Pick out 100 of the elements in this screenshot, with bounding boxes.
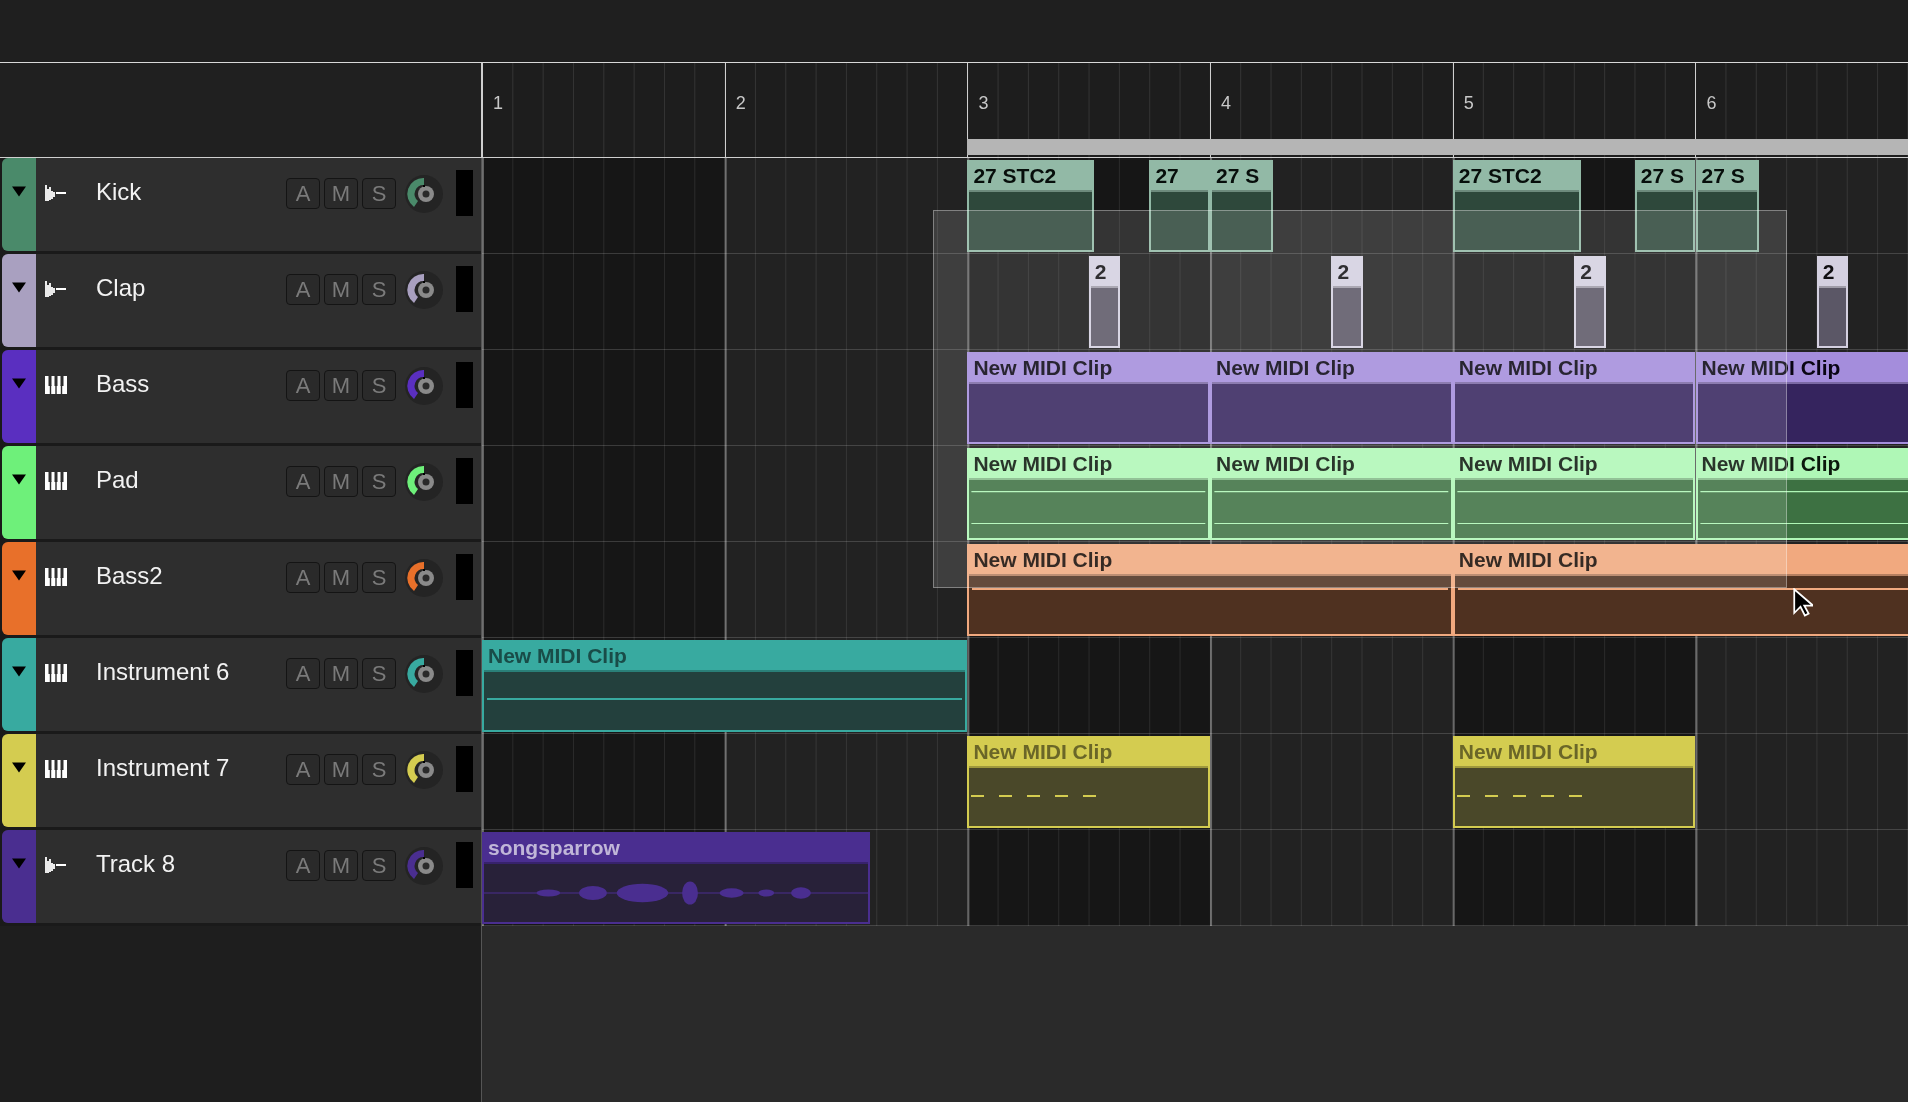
audio-clip[interactable]: 27 STC2 (967, 160, 1094, 252)
audio-clip[interactable]: 2 (1574, 256, 1606, 348)
mute-button[interactable]: M (324, 658, 358, 689)
mouse-pointer-icon (1793, 588, 1813, 618)
clip-name: New MIDI Clip (969, 354, 1209, 384)
clip-name: New MIDI Clip (1454, 738, 1694, 768)
track-header[interactable]: Bass A M S (2, 350, 481, 443)
audio-clip[interactable]: 27 STC2 (1452, 160, 1582, 252)
solo-button[interactable]: S (362, 658, 396, 689)
clip-name: New MIDI Clip (1454, 354, 1694, 384)
arm-button[interactable]: A (286, 754, 320, 785)
bar-number: 4 (1221, 93, 1232, 113)
audio-clip[interactable]: 2 (1331, 256, 1363, 348)
midi-clip[interactable]: New MIDI Clip (1695, 352, 1908, 444)
pan-knob[interactable] (404, 654, 444, 694)
collapse-triangle-icon[interactable] (12, 666, 26, 677)
track-name: Track 8 (96, 850, 177, 878)
midi-clip[interactable]: New MIDI Clip (967, 448, 1211, 540)
midi-clip[interactable]: New MIDI Clip (967, 544, 1453, 636)
pan-knob[interactable] (404, 174, 444, 214)
solo-button[interactable]: S (362, 850, 396, 881)
audio-clip[interactable]: 27 S (1695, 160, 1759, 252)
arm-button[interactable]: A (286, 658, 320, 689)
piano-keys-icon (44, 471, 68, 491)
level-meter (456, 554, 473, 600)
track-header[interactable]: Kick A M S (2, 158, 481, 251)
arm-button[interactable]: A (286, 370, 320, 401)
collapse-triangle-icon[interactable] (12, 474, 26, 485)
pan-knob[interactable] (404, 462, 444, 502)
solo-button[interactable]: S (362, 370, 396, 401)
bar-number: 3 (978, 93, 989, 113)
clip-name: New MIDI Clip (969, 546, 1451, 576)
track-name: Kick (96, 178, 143, 206)
arm-button[interactable]: A (286, 178, 320, 209)
track-header[interactable]: Bass2 A M S (2, 542, 481, 635)
clip-name: New MIDI Clip (484, 642, 966, 672)
track-name: Pad (96, 466, 140, 494)
piano-keys-icon (44, 663, 68, 683)
piano-keys-icon (44, 759, 68, 779)
collapse-triangle-icon[interactable] (12, 570, 26, 581)
audio-clip[interactable]: 2 (1088, 256, 1121, 348)
arm-button[interactable]: A (286, 274, 320, 305)
level-meter (456, 746, 473, 792)
level-meter (456, 362, 473, 408)
midi-clip[interactable]: New MIDI Clip (1452, 448, 1696, 540)
clip-name: New MIDI Clip (1697, 450, 1908, 480)
collapse-triangle-icon[interactable] (12, 282, 26, 293)
track-header[interactable]: Pad A M S (2, 446, 481, 539)
mute-button[interactable]: M (324, 850, 358, 881)
track-header[interactable]: Clap A M S (2, 254, 481, 347)
pan-knob[interactable] (404, 270, 444, 310)
solo-button[interactable]: S (362, 274, 396, 305)
mute-button[interactable]: M (324, 178, 358, 209)
mute-button[interactable]: M (324, 562, 358, 593)
mute-button[interactable]: M (324, 754, 358, 785)
pan-knob[interactable] (404, 846, 444, 886)
piano-keys-icon (44, 375, 68, 395)
arm-button[interactable]: A (286, 562, 320, 593)
midi-clip[interactable]: New MIDI Clip (1210, 352, 1453, 444)
midi-clip[interactable]: New MIDI Clip (1452, 736, 1696, 828)
track-header[interactable]: Instrument 7 A M S (2, 734, 481, 827)
audio-clip[interactable]: songsparrow (482, 832, 871, 924)
bar-number: 5 (1463, 93, 1474, 113)
audio-clip[interactable]: 27 (1149, 160, 1211, 252)
midi-clip[interactable]: New MIDI Clip (1452, 544, 1908, 636)
bar-number: 6 (1706, 93, 1717, 113)
clip-name: New MIDI Clip (969, 450, 1209, 480)
audio-clip[interactable]: 27 S (1634, 160, 1696, 252)
mute-button[interactable]: M (324, 466, 358, 497)
level-meter (456, 170, 473, 216)
collapse-triangle-icon[interactable] (12, 762, 26, 773)
track-name: Bass (96, 370, 151, 398)
clip-name: 27 S (1697, 162, 1757, 192)
midi-clip[interactable]: New MIDI Clip (482, 640, 968, 732)
solo-button[interactable]: S (362, 562, 396, 593)
midi-clip[interactable]: New MIDI Clip (1210, 448, 1453, 540)
mute-button[interactable]: M (324, 274, 358, 305)
mute-button[interactable]: M (324, 370, 358, 401)
clip-name: 27 S (1636, 162, 1694, 192)
midi-clip[interactable]: New MIDI Clip (967, 352, 1211, 444)
clip-name: New MIDI Clip (1697, 354, 1908, 384)
solo-button[interactable]: S (362, 178, 396, 209)
pan-knob[interactable] (404, 558, 444, 598)
bar-number: 1 (493, 93, 503, 113)
pan-knob[interactable] (404, 750, 444, 790)
solo-button[interactable]: S (362, 754, 396, 785)
solo-button[interactable]: S (362, 466, 396, 497)
clip-name: New MIDI Clip (969, 738, 1209, 768)
audio-clip[interactable]: 2 (1816, 256, 1849, 348)
piano-keys-icon (44, 567, 68, 587)
arm-button[interactable]: A (286, 466, 320, 497)
midi-clip[interactable]: New MIDI Clip (1452, 352, 1696, 444)
midi-clip[interactable]: New MIDI Clip (1695, 448, 1908, 540)
pan-knob[interactable] (404, 366, 444, 406)
track-header[interactable]: Instrument 6 A M S (2, 638, 481, 731)
midi-clip[interactable]: New MIDI Clip (967, 736, 1211, 828)
track-header[interactable]: Track 8 A M S (2, 830, 481, 923)
audio-clip[interactable]: 27 S (1210, 160, 1274, 252)
arm-button[interactable]: A (286, 850, 320, 881)
bar-number: 2 (735, 93, 746, 113)
